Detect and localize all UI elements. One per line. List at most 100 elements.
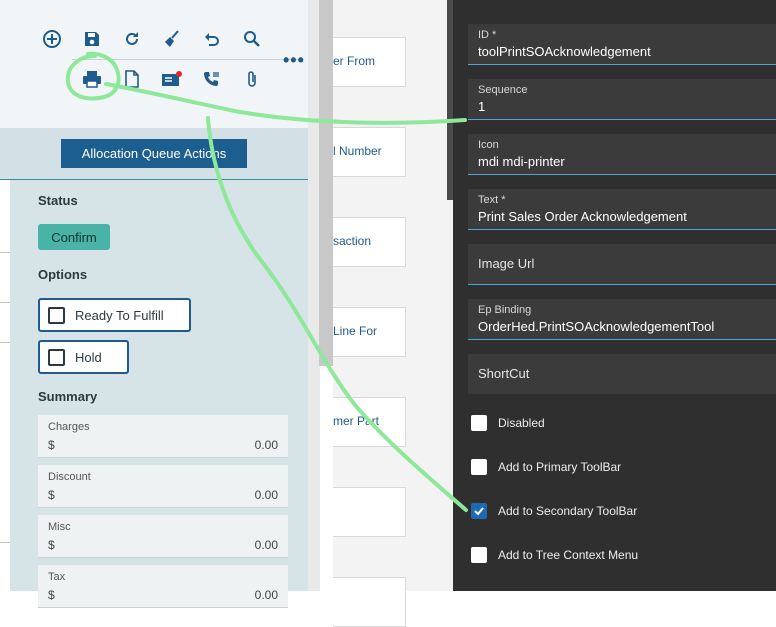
status-badge: Confirm [38, 224, 110, 250]
summary-label: Tax [48, 571, 66, 583]
text-field[interactable]: Text * Print Sales Order Acknowledgement [468, 189, 776, 230]
discount-field[interactable]: Discount $ 0.00 [38, 465, 288, 508]
clear-button[interactable] [157, 24, 187, 54]
field-value: mdi mdi-printer [478, 154, 565, 169]
save-button[interactable] [77, 24, 107, 54]
summary-value: 0.00 [254, 538, 278, 552]
summary-label: Discount [48, 471, 91, 483]
refresh-button[interactable] [117, 24, 147, 54]
add-circle-icon [43, 30, 61, 48]
field-label: Sequence [478, 84, 528, 96]
save-icon [85, 32, 99, 46]
field-label: Text * [478, 194, 506, 206]
summary-label: Misc [48, 521, 71, 533]
checkbox-box[interactable] [471, 459, 487, 475]
checkbox-label: Disabled [498, 416, 545, 430]
attachment-button[interactable] [237, 64, 267, 94]
hold-checkbox[interactable]: Hold [38, 340, 129, 374]
middle-field-card[interactable]: l Number [333, 127, 406, 177]
disabled-checkbox[interactable]: Disabled [471, 415, 545, 431]
checkbox-box[interactable] [48, 306, 65, 324]
ep-binding-field[interactable]: Ep Binding OrderHed.PrintSOAcknowledgeme… [468, 299, 776, 340]
check-mark-icon [474, 507, 484, 516]
phone-button[interactable] [197, 64, 227, 94]
image-url-field[interactable]: Image Url [468, 244, 776, 285]
field-label: Icon [478, 139, 499, 151]
summary-value: 0.00 [254, 588, 278, 602]
divider [0, 542, 10, 543]
ready-to-fulfill-label: Ready To Fulfill [75, 307, 164, 323]
currency-symbol: $ [48, 438, 55, 452]
checkbox-label: Add to Primary ToolBar [498, 460, 622, 474]
tax-field[interactable]: Tax $ 0.00 [38, 565, 288, 608]
field-value: 1 [478, 99, 486, 114]
middle-field-card[interactable] [333, 577, 406, 627]
checkbox-label: Add to Tree Context Menu [498, 548, 639, 562]
panel-splitter[interactable] [447, 0, 453, 200]
shortcut-field[interactable]: ShortCut [468, 354, 776, 394]
checkbox-box[interactable] [471, 415, 487, 431]
field-label: Ep Binding [478, 304, 532, 316]
document-button[interactable] [117, 64, 147, 94]
hold-label: Hold [75, 349, 102, 365]
allocation-queue-actions-button[interactable]: Allocation Queue Actions [61, 139, 247, 168]
divider [0, 252, 10, 253]
primary-toolbar-checkbox[interactable]: Add to Primary ToolBar [471, 459, 621, 475]
document-icon [125, 70, 139, 88]
field-placeholder: ShortCut [478, 366, 530, 381]
more-options-icon[interactable]: ••• [283, 50, 305, 71]
checkbox-box[interactable] [48, 348, 65, 366]
middle-column: er From l Number saction Line For mer Pa… [333, 0, 453, 627]
currency-symbol: $ [48, 538, 55, 552]
checkbox-box[interactable] [471, 547, 487, 563]
misc-field[interactable]: Misc $ 0.00 [38, 515, 288, 558]
notification-card-button[interactable] [157, 64, 187, 94]
middle-field-label: Line For [333, 324, 378, 338]
secondary-toolbar-checkbox[interactable]: Add to Secondary ToolBar [471, 503, 637, 519]
middle-field-card[interactable]: Line For [333, 307, 406, 357]
tree-context-menu-checkbox[interactable]: Add to Tree Context Menu [471, 547, 638, 563]
field-label: ID * [478, 29, 497, 41]
middle-field-card[interactable]: er From [333, 37, 406, 87]
status-title: Status [38, 193, 78, 208]
phone-icon [204, 72, 219, 86]
middle-field-card[interactable] [333, 487, 406, 537]
summary-value: 0.00 [254, 488, 278, 502]
refresh-icon [126, 32, 138, 45]
checkbox-box[interactable] [471, 503, 487, 519]
divider [0, 302, 10, 303]
summary-label: Charges [48, 421, 90, 433]
ready-to-fulfill-checkbox[interactable]: Ready To Fulfill [38, 298, 191, 332]
id-field[interactable]: ID * toolPrintSOAcknowledgement [468, 24, 776, 65]
add-button[interactable] [37, 24, 67, 54]
toolbar-divider [72, 59, 302, 60]
checkbox-label: Add to Secondary ToolBar [498, 504, 638, 518]
middle-field-label: saction [333, 234, 372, 248]
currency-symbol: $ [48, 488, 55, 502]
search-button[interactable] [237, 24, 267, 54]
divider [0, 342, 10, 343]
middle-field-card[interactable]: saction [333, 217, 406, 267]
sequence-field[interactable]: Sequence 1 [468, 79, 776, 120]
summary-value: 0.00 [254, 438, 278, 452]
field-placeholder: Image Url [478, 256, 535, 271]
icon-field[interactable]: Icon mdi mdi-printer [468, 134, 776, 175]
middle-field-card[interactable]: mer Part [333, 397, 406, 447]
currency-symbol: $ [48, 588, 55, 602]
field-value: toolPrintSOAcknowledgement [478, 44, 651, 59]
notification-card-icon [162, 71, 182, 86]
search-icon [244, 31, 260, 47]
attachment-icon [248, 71, 256, 87]
undo-icon [205, 33, 219, 46]
vertical-scrollbar-thumb[interactable] [319, 0, 333, 366]
left-edge-inputs [0, 180, 10, 591]
charges-field[interactable]: Charges $ 0.00 [38, 415, 288, 458]
field-value: Print Sales Order Acknowledgement [478, 209, 687, 224]
print-button[interactable] [77, 64, 107, 94]
undo-button[interactable] [197, 24, 227, 54]
field-value: OrderHed.PrintSOAcknowledgementTool [478, 319, 715, 334]
middle-field-label: er From [333, 54, 375, 68]
summary-title: Summary [38, 389, 98, 404]
printer-icon [83, 71, 101, 88]
clear-broom-icon [165, 30, 179, 47]
